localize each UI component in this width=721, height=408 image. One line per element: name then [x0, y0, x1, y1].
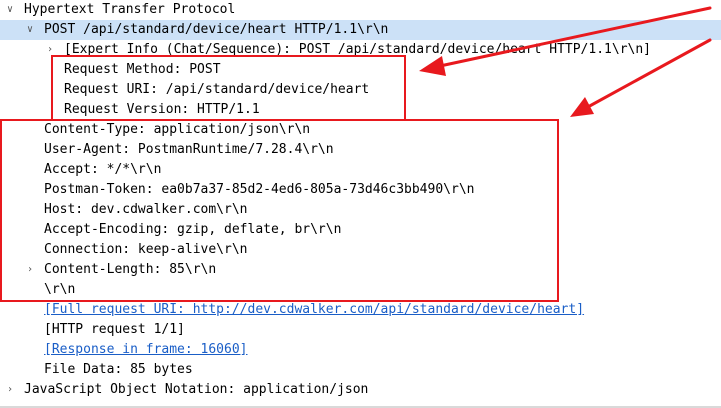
- tree-item-file-data[interactable]: File Data: 85 bytes: [0, 360, 721, 380]
- tree-item-label: File Data: 85 bytes: [44, 362, 193, 377]
- tree-item-json[interactable]: › JavaScript Object Notation: applicatio…: [0, 380, 721, 400]
- tree-item-label: [HTTP request 1/1]: [44, 322, 185, 337]
- tree-item-label: Hypertext Transfer Protocol: [24, 2, 236, 17]
- tree-item-content-type[interactable]: Content-Type: application/json\r\n: [0, 120, 721, 140]
- tree-item-http[interactable]: ∨ Hypertext Transfer Protocol: [0, 0, 721, 20]
- tree-item-accept-encoding[interactable]: Accept-Encoding: gzip, deflate, br\r\n: [0, 220, 721, 240]
- tree-item-label: Host: dev.cdwalker.com\r\n: [44, 202, 248, 217]
- tree-item-response-in-frame[interactable]: [Response in frame: 16060]: [0, 340, 721, 360]
- tree-item-label: Accept-Encoding: gzip, deflate, br\r\n: [44, 222, 342, 237]
- tree-item-label: Request Version: HTTP/1.1: [64, 102, 260, 117]
- chevron-right-icon[interactable]: ›: [24, 260, 36, 280]
- chevron-down-icon[interactable]: ∨: [24, 20, 36, 40]
- tree-item-request-method[interactable]: Request Method: POST: [0, 60, 721, 80]
- tree-item-request-version[interactable]: Request Version: HTTP/1.1: [0, 100, 721, 120]
- chevron-down-icon[interactable]: ∨: [4, 0, 16, 20]
- full-request-uri-link[interactable]: [Full request URI: http://dev.cdwalker.c…: [44, 300, 584, 320]
- tree-item-http-request-count[interactable]: [HTTP request 1/1]: [0, 320, 721, 340]
- tree-item-expert-info[interactable]: › [Expert Info (Chat/Sequence): POST /ap…: [0, 40, 721, 60]
- tree-item-label: Request Method: POST: [64, 62, 221, 77]
- tree-item-label: Content-Type: application/json\r\n: [44, 122, 311, 137]
- tree-item-content-length[interactable]: › Content-Length: 85\r\n: [0, 260, 721, 280]
- tree-item-label: Connection: keep-alive\r\n: [44, 242, 248, 257]
- chevron-right-icon[interactable]: ›: [4, 380, 16, 400]
- tree-item-label: Request URI: /api/standard/device/heart: [64, 82, 370, 97]
- tree-item-label: Accept: */*\r\n: [44, 162, 162, 177]
- tree-item-label: \r\n: [44, 282, 76, 297]
- tree-item-label: Content-Length: 85\r\n: [44, 262, 217, 277]
- tree-item-label: User-Agent: PostmanRuntime/7.28.4\r\n: [44, 142, 334, 157]
- tree-item-label: Postman-Token: ea0b7a37-85d2-4ed6-805a-7…: [44, 182, 475, 197]
- tree-item-label: [Expert Info (Chat/Sequence): POST /api/…: [64, 42, 651, 57]
- tree-item-full-request-uri[interactable]: [Full request URI: http://dev.cdwalker.c…: [0, 300, 721, 320]
- chevron-right-icon[interactable]: ›: [44, 40, 56, 60]
- tree-item-label: JavaScript Object Notation: application/…: [24, 382, 369, 397]
- tree-item-connection[interactable]: Connection: keep-alive\r\n: [0, 240, 721, 260]
- response-in-frame-link[interactable]: [Response in frame: 16060]: [44, 340, 248, 360]
- tree-item-request-line[interactable]: ∨ POST /api/standard/device/heart HTTP/1…: [0, 20, 721, 40]
- tree-item-label: POST /api/standard/device/heart HTTP/1.1…: [44, 22, 389, 37]
- tree-item-postman-token[interactable]: Postman-Token: ea0b7a37-85d2-4ed6-805a-7…: [0, 180, 721, 200]
- tree-item-user-agent[interactable]: User-Agent: PostmanRuntime/7.28.4\r\n: [0, 140, 721, 160]
- tree-item-accept[interactable]: Accept: */*\r\n: [0, 160, 721, 180]
- tree-item-request-uri[interactable]: Request URI: /api/standard/device/heart: [0, 80, 721, 100]
- tree-item-host[interactable]: Host: dev.cdwalker.com\r\n: [0, 200, 721, 220]
- tree-item-crlf[interactable]: \r\n: [0, 280, 721, 300]
